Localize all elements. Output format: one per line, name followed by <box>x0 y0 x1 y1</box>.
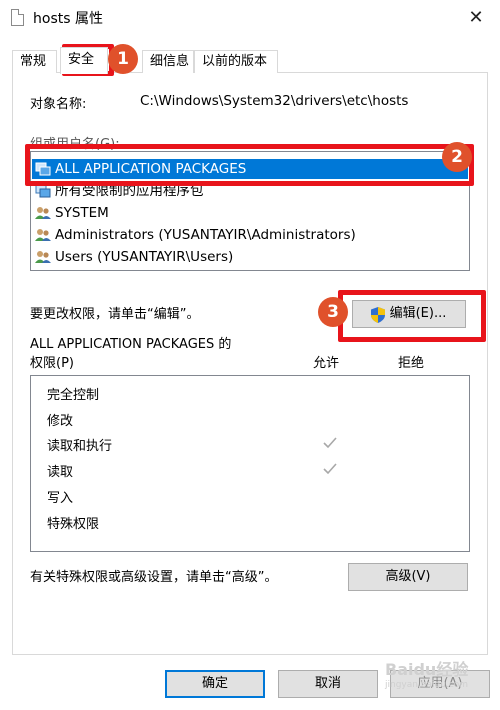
tab-general-label: 常规 <box>20 54 47 69</box>
tab-previous-versions-label: 以前的版本 <box>202 54 268 69</box>
allow-check-icon <box>323 463 337 475</box>
edit-hint: 要更改权限，请单击“编辑”。 <box>30 307 200 322</box>
step-badge-3: 3 <box>318 297 348 327</box>
ok-button-label: 确定 <box>201 676 228 691</box>
permission-row: 特殊权限 <box>47 517 100 532</box>
list-item-system[interactable]: SYSTEM <box>35 203 109 223</box>
cancel-button[interactable]: 取消 <box>278 670 378 698</box>
users-icon <box>35 229 51 241</box>
window-title: hosts 属性 <box>33 11 103 27</box>
step-badge-2: 2 <box>442 142 472 172</box>
permission-row: 读取 <box>47 465 74 480</box>
highlight-edit-button <box>338 290 486 342</box>
watermark: Baidu经验 jingyan.baidu.com <box>385 656 480 708</box>
object-name-value: C:\Windows\System32\drivers\etc\hosts <box>140 93 409 109</box>
ok-button[interactable]: 确定 <box>165 670 265 698</box>
list-item-label: SYSTEM <box>55 205 109 221</box>
step-badge-1: 1 <box>108 44 138 74</box>
advanced-button-label: 高级(V) <box>385 569 431 584</box>
watermark-text: Baidu经验 <box>385 660 469 679</box>
permission-row: 读取和执行 <box>47 439 113 454</box>
tab-previous-versions[interactable]: 以前的版本 <box>194 50 278 73</box>
column-allow: 允许 <box>313 356 340 371</box>
permissions-title-line1: ALL APPLICATION PACKAGES 的 <box>30 337 232 352</box>
tab-security[interactable]: 安全 <box>60 47 108 74</box>
watermark-sub: jingyan.baidu.com <box>385 680 469 690</box>
permission-row: 完全控制 <box>47 388 100 403</box>
cancel-button-label: 取消 <box>314 676 341 691</box>
tab-details[interactable]: 细信息 <box>142 50 194 73</box>
permission-row: 写入 <box>47 491 74 506</box>
title-bar: hosts 属性 ✕ <box>0 0 500 38</box>
tab-security-label: 安全 <box>68 52 95 67</box>
tab-general[interactable]: 常规 <box>12 50 57 73</box>
object-name-label: 对象名称: <box>30 97 87 112</box>
users-icon <box>35 251 51 263</box>
allow-check-icon <box>323 437 337 449</box>
close-button[interactable]: ✕ <box>464 6 488 30</box>
users-icon <box>35 207 51 219</box>
list-item-users[interactable]: Users (YUSANTAYIR\Users) <box>35 247 233 267</box>
highlight-selected-group <box>25 144 474 186</box>
document-icon <box>11 9 24 26</box>
column-deny: 拒绝 <box>398 356 425 371</box>
permission-row: 修改 <box>47 414 74 429</box>
list-item-label: Administrators (YUSANTAYIR\Administrator… <box>55 227 356 243</box>
advanced-hint: 有关特殊权限或高级设置，请单击“高级”。 <box>30 570 278 585</box>
list-item-administrators[interactable]: Administrators (YUSANTAYIR\Administrator… <box>35 225 356 245</box>
list-item-label: Users (YUSANTAYIR\Users) <box>55 249 234 265</box>
app-packages-icon <box>35 184 51 198</box>
permissions-table[interactable]: 完全控制 修改 读取和执行 读取 写入 特殊权限 <box>30 375 470 552</box>
advanced-button[interactable]: 高级(V) <box>348 563 468 591</box>
tab-details-label: 细信息 <box>150 54 190 69</box>
permissions-title-line2: 权限(P) <box>30 356 74 371</box>
